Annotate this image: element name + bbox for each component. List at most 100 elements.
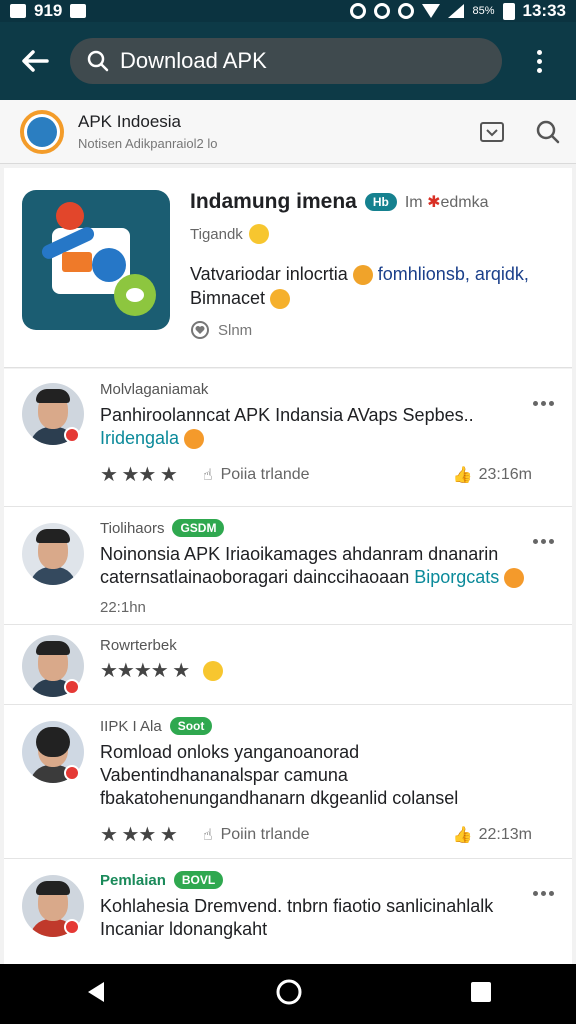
nav-back-button[interactable]	[84, 980, 108, 1009]
youtube-badge-icon	[64, 919, 80, 935]
wink-emoji-icon	[270, 289, 291, 310]
comment-user[interactable]: Pemlaian	[100, 872, 166, 889]
dnd-icon	[398, 3, 415, 19]
arrow-left-icon	[22, 50, 49, 72]
app-icon-green-dot	[114, 274, 156, 316]
status-left-text: 919	[34, 1, 63, 20]
circle-home-icon	[276, 979, 302, 1004]
heart-icon	[191, 321, 209, 339]
app-icon-orange-block	[62, 252, 92, 272]
comment-item[interactable]: IIPK I Ala Soot Romload onloks yanganoan…	[4, 705, 572, 859]
comment-header: Pemlaian BOVL	[100, 871, 532, 889]
more-vert-icon	[536, 49, 542, 73]
comment-header: Molvlaganiamak	[100, 381, 532, 398]
user-tag: Soot	[169, 717, 213, 735]
comment-link[interactable]: Iridengala	[100, 428, 179, 448]
rating-stars: ★ ★★ ★	[100, 464, 178, 486]
gallery-icon	[10, 4, 26, 18]
comment-item[interactable]: Pemlaian BOVL Kohlahesia Dremvend. tnbrn…	[4, 859, 572, 969]
alarm-icon	[374, 3, 391, 19]
sync-icon	[350, 3, 367, 19]
logo-mark	[27, 116, 57, 147]
app-subtitle: Tigandk	[190, 224, 562, 244]
comment-text: Noinonsia APK Iriaoikamages ahdanram dna…	[100, 543, 532, 589]
comment-item[interactable]: Molvlaganiamak Panhiroolanncat APK Indan…	[4, 369, 572, 507]
reply-icon: ☝	[202, 826, 213, 844]
comment-time: 22:1hn	[100, 599, 146, 616]
comment-header: Rowrterbek	[100, 637, 532, 654]
reply-button[interactable]: ☝ Poiin trlande	[203, 825, 310, 845]
user-tag: BOVL	[173, 871, 224, 889]
app-title-row: Indamung imena Hb Im ✱edmka	[190, 190, 562, 214]
thumb-up-icon: 👍	[452, 826, 473, 844]
search-input[interactable]: Download APK	[70, 38, 502, 84]
comment-item[interactable]: Rowrterbek ★★★★ ★	[4, 625, 572, 705]
app-info: Indamung imena Hb Im ✱edmka Tigandk Vatv…	[190, 190, 562, 340]
wifi-icon	[422, 4, 441, 18]
overflow-menu-button[interactable]	[502, 22, 576, 100]
square-recents-icon	[471, 981, 492, 1002]
back-button[interactable]	[0, 22, 70, 100]
notification-icon	[70, 4, 87, 18]
app-title[interactable]: Indamung imena	[190, 190, 357, 214]
app-meta: Slnm	[190, 320, 562, 340]
status-right: 85% 13:33	[350, 1, 566, 21]
battery-icon	[502, 2, 515, 20]
app-card[interactable]: Indamung imena Hb Im ✱edmka Tigandk Vatv…	[4, 168, 572, 368]
comment-header: IIPK I Ala Soot	[100, 717, 532, 735]
system-nav-bar	[0, 964, 576, 1024]
search-query: Download APK	[120, 48, 267, 73]
search-toolbar: Download APK	[0, 22, 576, 100]
status-time: 13:33	[522, 1, 566, 20]
comment-text: Kohlahesia Dremvend. tnbrn fiaotio sanli…	[100, 896, 494, 939]
signal-icon	[448, 4, 465, 18]
site-subtitle: Notisen Adikpanraiol2 lo	[78, 136, 218, 151]
comment-user[interactable]: Rowrterbek	[100, 637, 177, 654]
cool-emoji-icon	[352, 265, 373, 286]
youtube-badge-icon	[64, 765, 80, 781]
search-icon	[536, 120, 560, 143]
download-button[interactable]	[464, 104, 520, 160]
comment-footer: ★★★★ ★	[100, 658, 532, 683]
rating-stars: ★ ★★ ★	[100, 824, 178, 846]
comment-user[interactable]: IIPK I Ala	[100, 718, 162, 735]
comment-text: Panhiroolanncat APK Indansia AVaps Sepbe…	[100, 405, 474, 450]
app-developer[interactable]: Im ✱edmka	[405, 192, 489, 212]
tongue-emoji-icon	[504, 568, 525, 589]
download-box-icon	[480, 121, 504, 142]
comment-user[interactable]: Molvlaganiamak	[100, 381, 208, 398]
status-bar: 919 85% 13:33	[0, 0, 576, 22]
comment-footer: ★ ★★ ★ ☝ Poiia trlande 👍 23:16m	[100, 462, 532, 487]
comment-link[interactable]: Biporgcats	[414, 567, 499, 587]
site-name: APK Indoesia	[78, 112, 182, 131]
youtube-badge-icon	[64, 427, 80, 443]
reply-icon: ☝	[202, 466, 213, 484]
site-logo[interactable]	[20, 109, 64, 154]
smile-emoji-icon	[203, 660, 224, 681]
avatar[interactable]	[22, 523, 84, 585]
site-header: APK Indoesia Notisen Adikpanraiol2 lo	[0, 100, 576, 164]
app-icon-blue-dot	[92, 248, 126, 282]
site-search-button[interactable]	[520, 104, 576, 160]
app-icon-red-dot	[56, 202, 84, 230]
app-badge: Hb	[364, 193, 397, 211]
site-info: APK Indoesia Notisen Adikpanraiol2 lo	[78, 112, 464, 151]
comment-header: Tiolihaors GSDM	[100, 519, 532, 537]
more-options-button[interactable]	[533, 891, 554, 896]
triangle-back-icon	[87, 981, 104, 1002]
reply-button[interactable]: ☝ Poiia trlande	[203, 465, 310, 485]
nav-recents-button[interactable]	[470, 981, 492, 1008]
like-button[interactable]: 👍 23:16m	[453, 465, 532, 485]
comment-item[interactable]: Tiolihaors GSDM Noinonsia APK Iriaoikama…	[4, 507, 572, 625]
youtube-badge-icon	[64, 679, 80, 695]
nav-home-button[interactable]	[275, 978, 303, 1011]
comment-user[interactable]: Tiolihaors	[100, 520, 164, 537]
like-button[interactable]: 👍 22:13m	[453, 825, 532, 845]
more-options-button[interactable]	[533, 539, 554, 544]
app-icon[interactable]	[22, 190, 170, 330]
comment-list: Molvlaganiamak Panhiroolanncat APK Indan…	[4, 369, 572, 969]
user-tag: GSDM	[172, 519, 225, 537]
smile-emoji-icon	[248, 224, 269, 244]
more-options-button[interactable]	[533, 401, 554, 406]
app-description: Vatvariodar inlocrtia fomhlionsb, arqidk…	[190, 264, 529, 310]
